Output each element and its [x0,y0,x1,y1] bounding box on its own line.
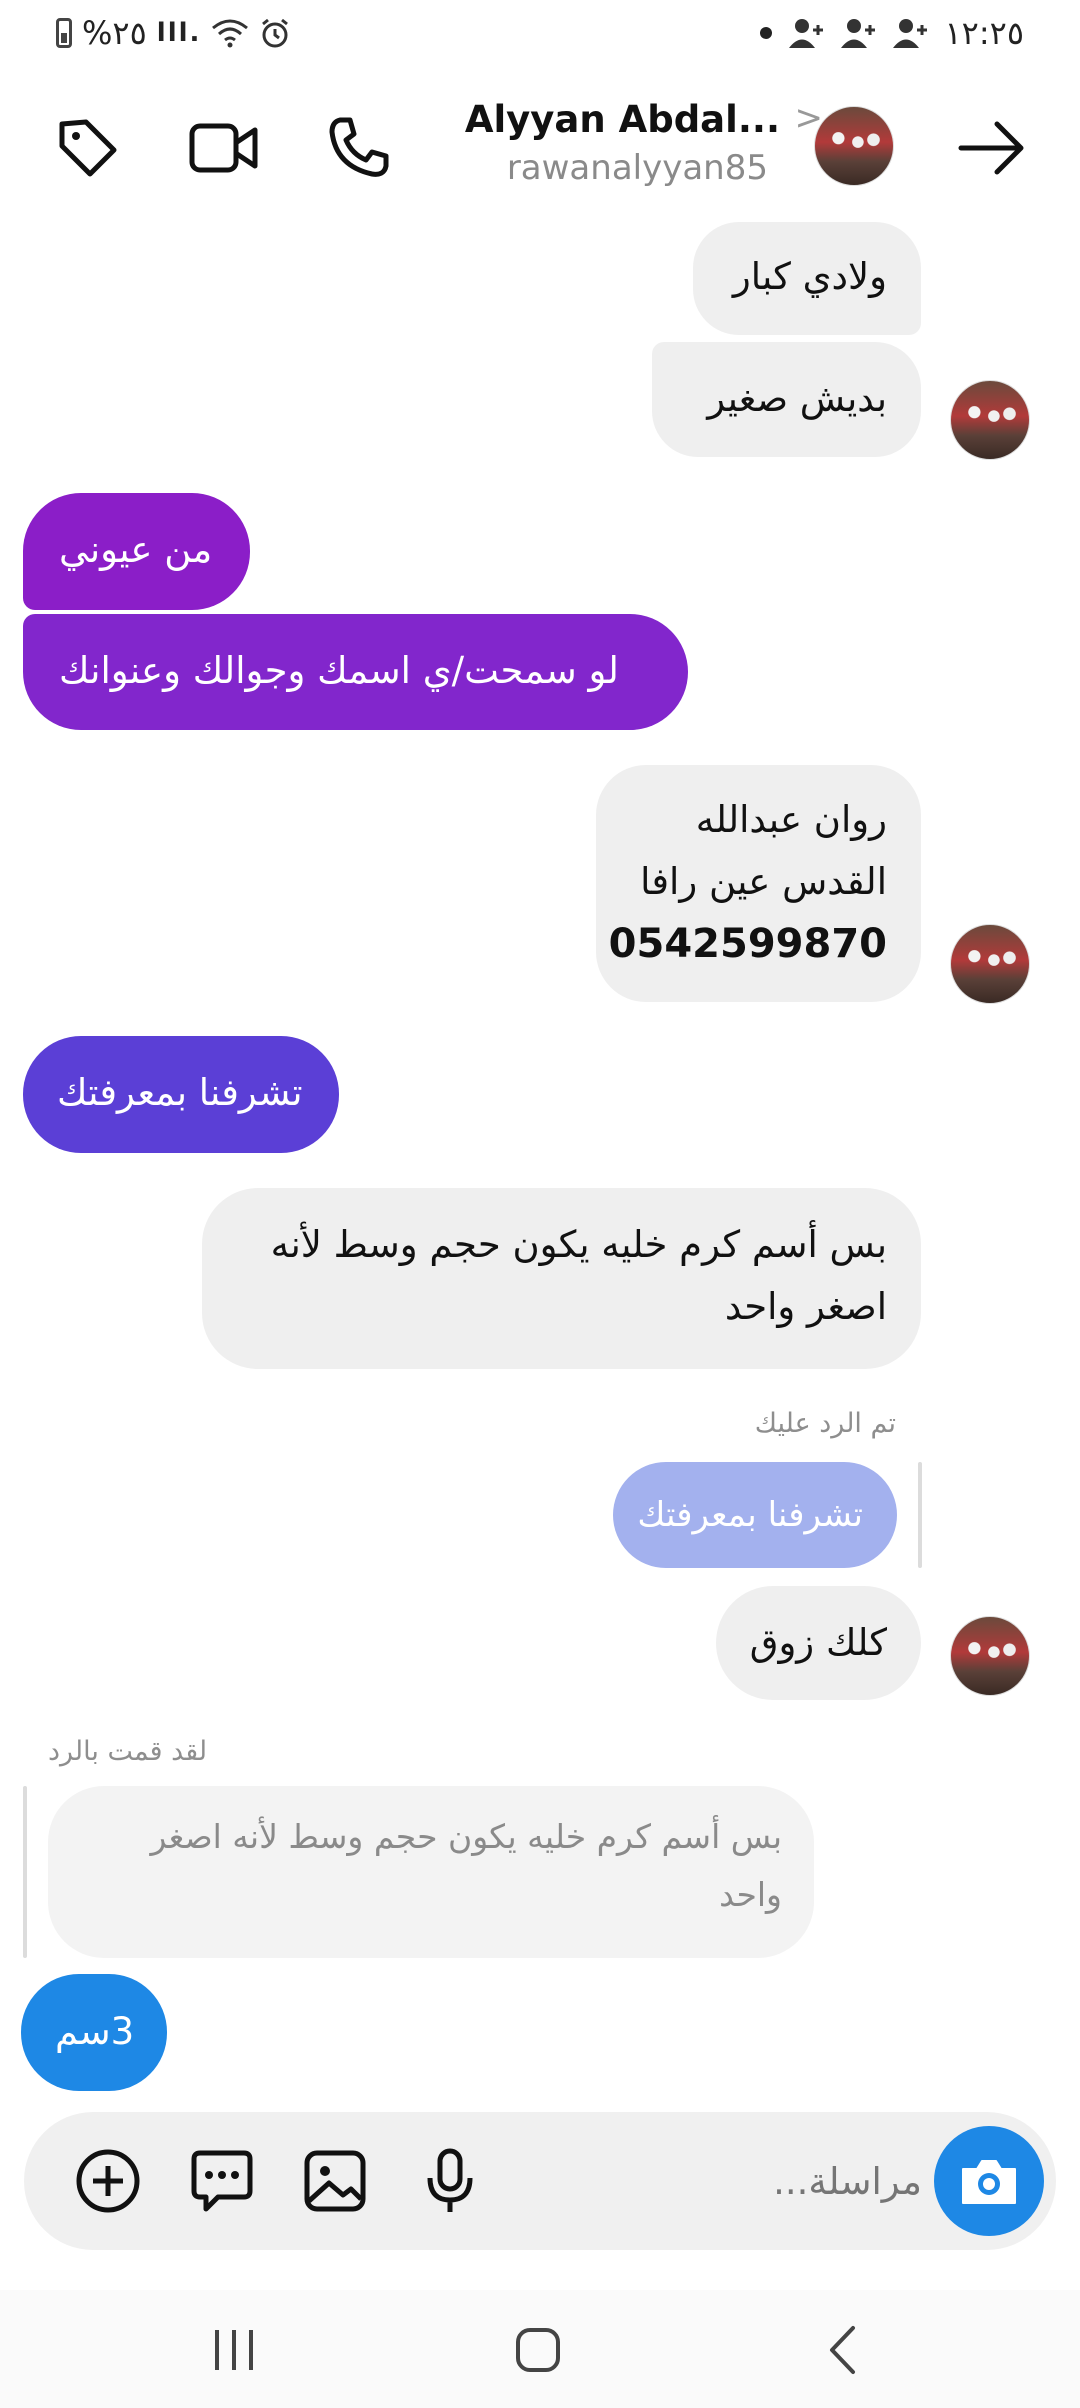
message-bubble-outgoing[interactable]: 3سم [21,1974,167,2091]
nav-back-button[interactable] [792,2308,892,2392]
sticker-icon [191,2150,253,2212]
reply-quote-bar [23,1786,27,1958]
battery-percent: %٢٥ [82,14,147,52]
person-add-icon [841,19,876,48]
voice-message-button[interactable] [411,2142,489,2220]
message-input[interactable] [730,2150,924,2212]
quoted-text: تشرفنا بمعرفتك [637,1495,863,1535]
message-bubble-outgoing[interactable]: لو سمحت/ي اسمك وجوالك وعنوانك [23,614,688,730]
quoted-message[interactable]: بس أسم كرم خليه يكون حجم وسط لأنه اصغر و… [48,1786,814,1958]
person-add-icon [893,19,928,48]
camera-icon [962,2160,1016,2204]
back-arrow-icon [958,121,1024,175]
video-call-icon [189,123,258,173]
message-text: لو سمحت/ي اسمك وجوالك وعنوانك [59,649,619,692]
quoted-message[interactable]: تشرفنا بمعرفتك [613,1462,897,1568]
message-bubble-incoming[interactable]: كلك زوق [716,1586,921,1700]
status-time: ١٢:٢٥ [944,14,1024,52]
alarm-icon [262,18,289,48]
sticker-button[interactable] [183,2142,261,2220]
microphone-icon [427,2148,473,2212]
sender-avatar[interactable] [950,1616,1030,1696]
gallery-icon [304,2150,366,2212]
message-bubble-incoming[interactable]: بديش صغير [652,342,921,457]
tag-button[interactable] [48,108,128,188]
message-bubble-incoming[interactable]: بس أسم كرم خليه يكون حجم وسط لأنه اصغر و… [202,1188,921,1369]
person-add-icon [789,19,824,48]
contact-name[interactable]: Alyyan Abdal... [465,98,780,141]
message-line: روان عبدالله [695,798,887,841]
status-bar: %٢٥ lll. ١٢:٢٥ [0,0,1080,72]
back-button[interactable] [952,108,1032,188]
reply-quote-bar [918,1462,922,1568]
contact-username[interactable]: rawanalyyan85 [507,148,768,188]
tag-icon [59,119,117,177]
message-text: تشرفنا بمعرفتك [57,1071,303,1114]
back-icon [830,2326,855,2374]
status-right: ١٢:٢٥ [760,14,1024,52]
sender-avatar[interactable] [950,924,1030,1004]
message-bubble-outgoing[interactable]: من عيوني [23,493,250,610]
notification-dot-icon [760,27,773,39]
recent-apps-icon [215,2330,253,2370]
message-line: القدس عين رافا [640,860,887,903]
message-bubble-outgoing[interactable]: تشرفنا بمعرفتك [23,1036,339,1153]
battery-icon [56,18,72,48]
signal-icon: lll. [156,18,202,48]
contact-avatar[interactable] [814,106,894,186]
replied-to-you-label: تم الرد عليك [754,1408,896,1439]
gallery-button[interactable] [296,2142,374,2220]
home-icon [516,2328,560,2372]
message-line: بس أسم كرم خليه يكون حجم وسط لأنه [270,1223,887,1266]
wifi-icon [212,19,249,48]
add-button[interactable] [69,2142,147,2220]
sender-avatar[interactable] [950,380,1030,460]
message-bubble-incoming[interactable]: ولادي كبار [693,222,921,335]
message-phone-number: 0542599870 [608,921,887,967]
phone-call-button[interactable] [318,108,398,188]
recent-apps-button[interactable] [184,2308,284,2392]
add-icon [76,2149,140,2213]
message-text: من عيوني [59,528,213,571]
you-replied-label: لقد قمت بالرد [48,1736,208,1767]
message-text: ولادي كبار [732,255,887,298]
message-line: اصغر واحد [724,1285,887,1328]
camera-button[interactable] [934,2126,1044,2236]
quoted-text-line: واحد [719,1875,782,1914]
phone-icon [329,117,389,177]
status-left: %٢٥ lll. [56,14,291,52]
message-bubble-incoming[interactable]: روان عبدالله القدس عين رافا 0542599870 [596,765,921,1002]
message-text: 3سم [55,2010,135,2053]
quoted-text-line: بس أسم كرم خليه يكون حجم وسط لأنه اصغر [150,1817,782,1856]
home-button[interactable] [488,2308,588,2392]
message-text: كلك زوق [749,1621,887,1664]
message-text: بديش صغير [707,377,887,420]
video-call-button[interactable] [184,108,264,188]
